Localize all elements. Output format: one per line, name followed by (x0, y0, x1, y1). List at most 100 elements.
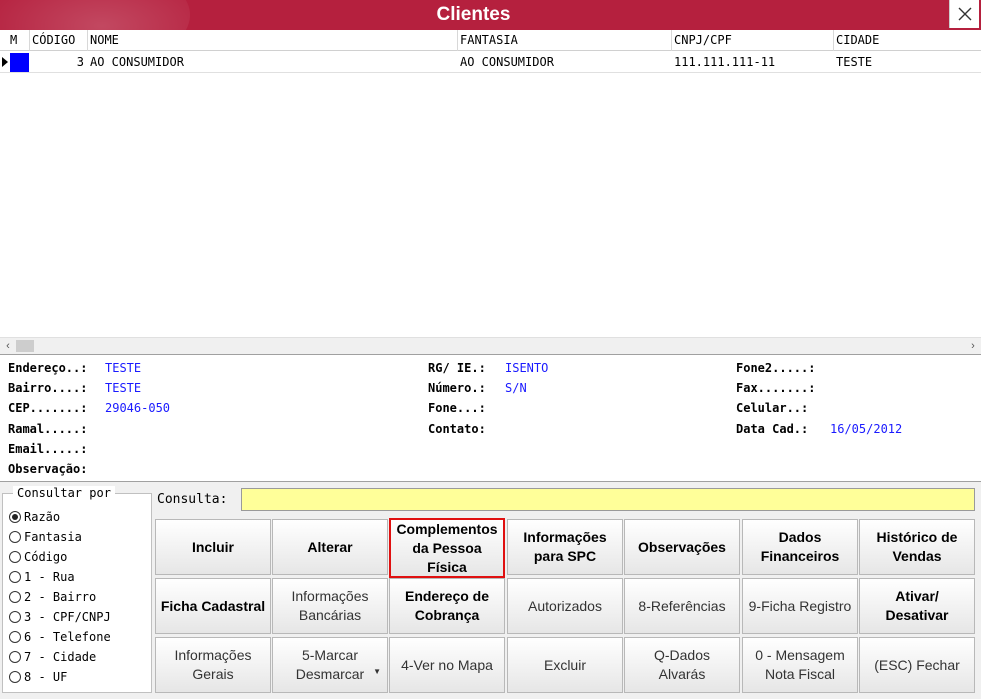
datacad-value: 16/05/2012 (830, 422, 903, 436)
bairro-value: TESTE (105, 381, 142, 395)
scroll-right-icon[interactable]: › (965, 338, 981, 354)
fax-label: Fax.......: (736, 381, 816, 395)
ver-mapa-button[interactable]: 4-Ver no Mapa (389, 637, 505, 693)
radio-label: 7 - Cidade (24, 650, 97, 664)
radio-cidade[interactable]: 7 - Cidade (9, 648, 96, 666)
radio-uf[interactable]: 8 - UF (9, 668, 67, 686)
cell-nome: AO CONSUMIDOR (90, 55, 184, 69)
rg-label: RG/ IE.: (428, 361, 486, 375)
info-gerais-button[interactable]: Informações Gerais (155, 637, 271, 693)
mensagem-nf-button[interactable]: 0 - Mensagem Nota Fiscal (742, 637, 858, 693)
button-label: Ficha Cadastral (160, 597, 266, 614)
autorizados-button[interactable]: Autorizados (507, 578, 623, 634)
excluir-button[interactable]: Excluir (507, 637, 623, 693)
scroll-left-icon[interactable]: ‹ (0, 338, 16, 354)
incluir-button[interactable]: Incluir (155, 519, 271, 575)
historico-vendas-button[interactable]: Histórico de Vendas (859, 519, 975, 575)
marcar-desmarcar-button[interactable]: 5-Marcar Desmarcar ▼ (272, 637, 388, 693)
col-header-codigo[interactable]: CÓDIGO (30, 30, 88, 51)
search-input[interactable] (241, 488, 975, 511)
radio-icon (9, 551, 21, 563)
radio-cpf-cnpj[interactable]: 3 - CPF/CNPJ (9, 608, 111, 626)
button-label: Complementos da Pessoa Física (396, 520, 498, 575)
close-button[interactable] (949, 0, 979, 28)
fechar-button[interactable]: (ESC) Fechar (859, 637, 975, 693)
endereco-label: Endereço..: (8, 361, 88, 375)
cell-cnpj: 111.111.111-11 (674, 55, 776, 69)
radio-fantasia[interactable]: Fantasia (9, 528, 82, 546)
clients-grid[interactable]: M CÓDIGO NOME FANTASIA CNPJ/CPF CIDADE 3… (0, 30, 981, 353)
button-label: Incluir (191, 538, 234, 555)
endereco-value: TESTE (105, 361, 142, 375)
radio-icon (9, 591, 21, 603)
endereco-cobranca-button[interactable]: Endereço de Cobrança (389, 578, 505, 634)
button-label: (ESC) Fechar (874, 656, 960, 673)
numero-value: S/N (505, 381, 527, 395)
alterar-button[interactable]: Alterar (272, 519, 388, 575)
horizontal-scrollbar[interactable]: ‹ › (0, 337, 981, 353)
col-header-nome[interactable]: NOME (88, 30, 458, 51)
client-details-panel: Endereço..: TESTE Bairro....: TESTE CEP.… (0, 354, 981, 482)
window-title: Clientes (436, 4, 511, 25)
radio-label: 1 - Rua (24, 570, 75, 584)
info-spc-button[interactable]: Informações para SPC (507, 519, 623, 575)
col-header-fantasia[interactable]: FANTASIA (458, 30, 672, 51)
radio-icon (9, 611, 21, 623)
dados-alvaras-button[interactable]: Q-Dados Alvarás (624, 637, 740, 693)
scroll-thumb[interactable] (16, 340, 34, 352)
ramal-label: Ramal.....: (8, 422, 88, 436)
button-label: Q-Dados Alvarás (653, 647, 711, 682)
close-icon (958, 7, 971, 21)
button-label: Observações (638, 538, 726, 555)
ativar-desativar-button[interactable]: Ativar/ Desativar (859, 578, 975, 634)
button-label: 5-Marcar Desmarcar (295, 647, 365, 682)
cell-cidade: TESTE (836, 55, 873, 69)
cep-value: 29046-050 (105, 401, 171, 415)
radio-codigo[interactable]: Código (9, 548, 67, 566)
contato-label: Contato: (428, 422, 486, 436)
radio-bairro[interactable]: 2 - Bairro (9, 588, 96, 606)
radio-icon (9, 571, 21, 583)
button-label: Endereço de Cobrança (404, 588, 490, 623)
ficha-cadastral-button[interactable]: Ficha Cadastral (155, 578, 271, 634)
radio-razao[interactable]: Razão (9, 508, 60, 526)
fone-label: Fone...: (428, 401, 486, 415)
table-row[interactable]: 3 AO CONSUMIDOR AO CONSUMIDOR 111.111.11… (0, 52, 981, 73)
button-label: Excluir (543, 656, 586, 673)
search-by-title: Consultar por (13, 486, 115, 500)
cep-label: CEP.......: (8, 401, 88, 415)
radio-icon (9, 531, 21, 543)
button-label: Ativar/ Desativar (885, 588, 949, 623)
button-label: Informações Bancárias (291, 588, 369, 623)
consulta-label: Consulta: (157, 492, 228, 507)
grid-header: M CÓDIGO NOME FANTASIA CNPJ/CPF CIDADE (0, 30, 981, 51)
radio-icon (9, 631, 21, 643)
dropdown-arrow-icon[interactable]: ▼ (373, 662, 381, 681)
radio-rua[interactable]: 1 - Rua (9, 568, 75, 586)
radio-label: Código (24, 550, 68, 564)
ficha-registro-button[interactable]: 9-Ficha Registro (742, 578, 858, 634)
radio-label: Razão (24, 510, 61, 524)
title-bar: Clientes (0, 0, 981, 30)
col-header-cidade[interactable]: CIDADE (834, 30, 981, 51)
button-label: Autorizados (528, 597, 602, 614)
referencias-button[interactable]: 8-Referências (624, 578, 740, 634)
search-by-group: Consultar por Razão Fantasia Código 1 - … (2, 486, 152, 693)
observacoes-button[interactable]: Observações (624, 519, 740, 575)
bairro-label: Bairro....: (8, 381, 88, 395)
button-label: Dados Financeiros (760, 529, 840, 564)
info-bancarias-button[interactable]: Informações Bancárias (272, 578, 388, 634)
col-header-cnpj[interactable]: CNPJ/CPF (672, 30, 834, 51)
button-label: 9-Ficha Registro (748, 597, 852, 614)
complementos-button[interactable]: Complementos da Pessoa Física (389, 518, 505, 578)
radio-label: Fantasia (24, 530, 82, 544)
radio-label: 2 - Bairro (24, 590, 97, 604)
radio-telefone[interactable]: 6 - Telefone (9, 628, 111, 646)
dados-financeiros-button[interactable]: Dados Financeiros (742, 519, 858, 575)
rg-value: ISENTO (505, 361, 549, 375)
button-label: 4-Ver no Mapa (401, 656, 493, 673)
mark-cell[interactable] (10, 53, 29, 72)
col-header-m[interactable]: M (8, 30, 30, 51)
button-label: Alterar (307, 538, 353, 555)
radio-label: 3 - CPF/CNPJ (24, 610, 111, 624)
